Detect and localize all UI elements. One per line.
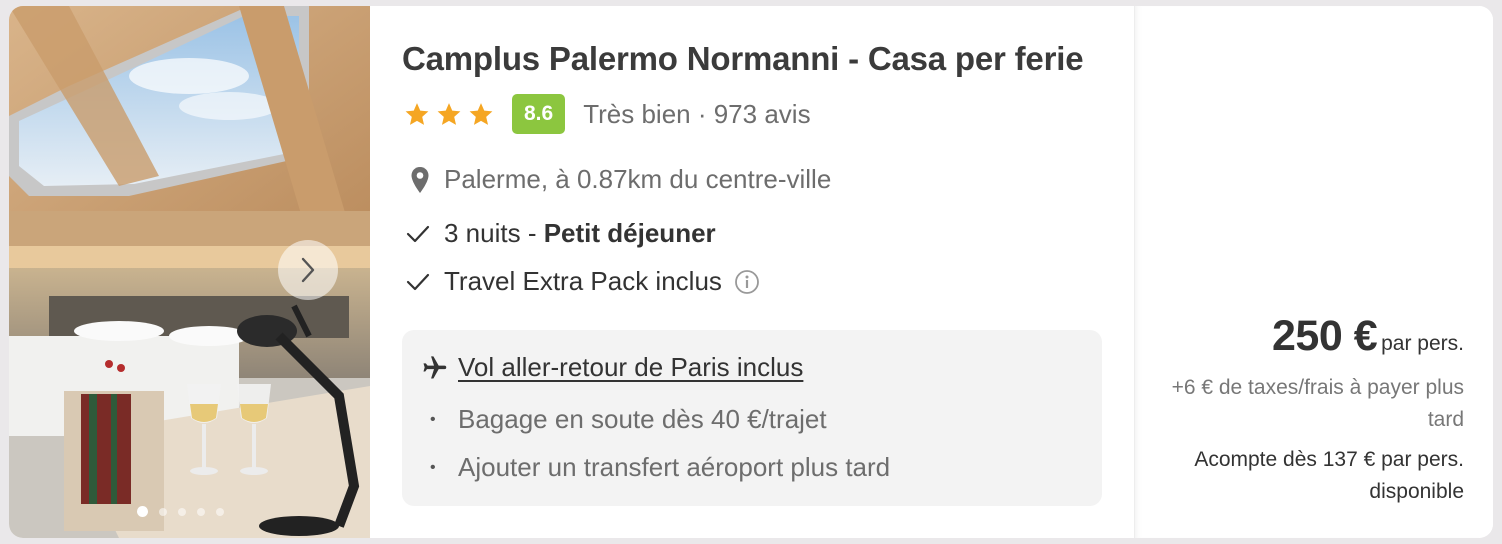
carousel-dot[interactable]: [178, 507, 186, 516]
board-type: Petit déjeuner: [543, 218, 716, 248]
next-photo-button[interactable]: [278, 240, 338, 300]
per-person-label: par pers.: [1381, 332, 1464, 355]
extra-pack-text: Travel Extra Pack inclus: [444, 266, 722, 296]
carousel-dot[interactable]: [137, 506, 148, 517]
hotel-info: Camplus Palermo Normanni - Casa per feri…: [370, 6, 1134, 538]
carousel-dots: [137, 506, 224, 517]
feature-extra-pack: Travel Extra Pack inclus: [406, 266, 760, 297]
flight-header: Vol aller-retour de Paris inclus: [420, 352, 803, 383]
carousel-dot[interactable]: [216, 507, 224, 516]
carousel-dot[interactable]: [197, 507, 205, 516]
check-icon: [406, 273, 430, 290]
location-text: Palerme, à 0.87km du centre-ville: [444, 164, 832, 194]
price-line: 250 € par pers.: [1272, 312, 1464, 361]
baggage-text: Bagage en soute dès 40 €/trajet: [458, 404, 827, 434]
chevron-right-icon: [301, 257, 315, 283]
carousel-dot[interactable]: [159, 507, 167, 516]
info-icon: [735, 269, 759, 294]
transfer-text: Ajouter un transfert aéroport plus tard: [458, 452, 891, 482]
hotel-photo-carousel[interactable]: [9, 6, 370, 538]
hotel-card[interactable]: Camplus Palermo Normanni - Casa per feri…: [9, 6, 1493, 538]
feature-nights: 3 nuits - Petit déjeuner: [406, 218, 716, 249]
rating-text[interactable]: Très bien · 973 avis: [583, 99, 810, 130]
star-icon: [405, 103, 429, 125]
taxes-note: +6 € de taxes/frais à payer plus tard: [1171, 376, 1464, 431]
location-pin-icon: [411, 166, 429, 193]
flight-details-link[interactable]: Vol aller-retour de Paris inclus: [458, 352, 803, 383]
nights-text: 3 nuits -: [444, 218, 544, 248]
star-icon: [469, 103, 493, 125]
flight-box: Vol aller-retour de Paris inclus • Bagag…: [402, 330, 1102, 506]
star-rating: [404, 101, 494, 127]
plane-icon: [423, 355, 447, 378]
deposit-note: Acompte dès 137 € par pers. disponible: [1194, 448, 1464, 503]
score-badge: 8.6: [512, 94, 566, 134]
price: 250 €: [1272, 312, 1378, 360]
check-icon: [406, 225, 430, 242]
star-icon: [437, 103, 461, 125]
hotel-title[interactable]: Camplus Palermo Normanni - Casa per feri…: [402, 40, 1084, 78]
location: Palerme, à 0.87km du centre-ville: [410, 164, 831, 195]
transfer-info: • Ajouter un transfert aéroport plus tar…: [430, 452, 891, 482]
extra-pack-info-button[interactable]: [734, 269, 760, 295]
price-column[interactable]: 250 € par pers. +6 € de taxes/frais à pay…: [1134, 6, 1493, 538]
baggage-info: • Bagage en soute dès 40 €/trajet: [430, 404, 827, 434]
rating-row: 8.6 Très bien · 973 avis: [404, 94, 811, 134]
